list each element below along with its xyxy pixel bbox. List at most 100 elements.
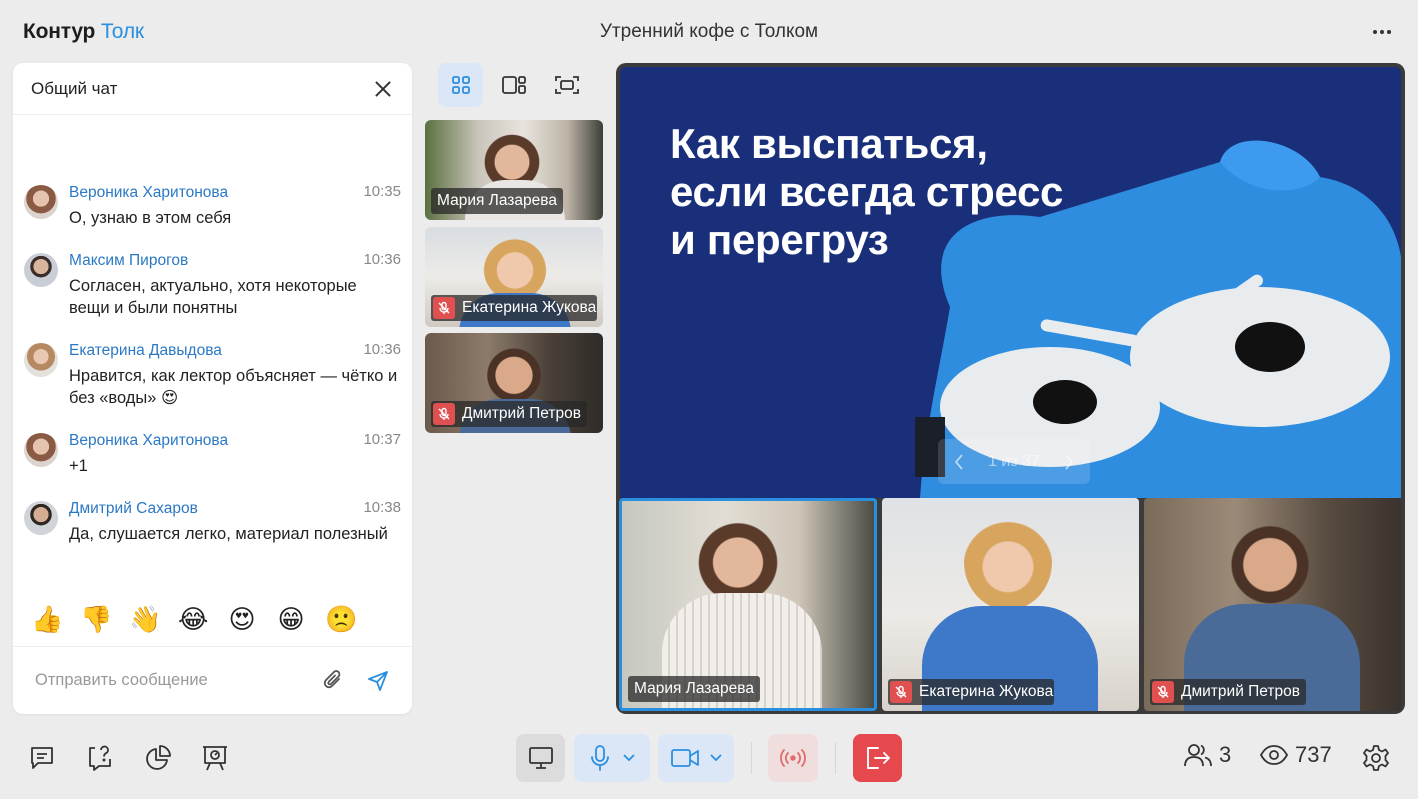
message-time: 10:35 [363,183,401,200]
focus-layout-button[interactable] [544,63,589,107]
message-text: О, узнаю в этом себя [69,209,232,227]
leave-call-button[interactable] [853,734,902,782]
avatar [24,501,58,535]
mic-muted-icon [1152,681,1174,703]
send-button[interactable] [364,667,392,695]
participant-name: Мария Лазарева [634,680,754,697]
grid-layout-button[interactable] [438,63,483,107]
participant-name: Мария Лазарева [437,192,557,209]
chat-message: Вероника Харитонова 10:37 +1 [24,431,401,477]
reaction-sad[interactable]: 🙁 [325,604,357,634]
microphone-control [574,734,650,782]
presentation-button[interactable] [195,734,235,782]
avatar [24,253,58,287]
chat-message: Екатерина Давыдова 10:36 Нравится, как л… [24,341,401,409]
reaction-bar: 👍 👎 👋 😂 😍 😁 🙁 [31,604,357,634]
reaction-grin[interactable]: 😁 [276,604,306,634]
message-composer [13,646,412,714]
chevron-left-icon [954,453,963,470]
question-icon [89,745,111,771]
fullscreen-icon [554,76,579,94]
presentation-icon [203,746,227,771]
broadcast-button[interactable] [768,734,818,782]
next-slide-button[interactable] [1062,452,1076,472]
reaction-thumbs-up[interactable]: 👍 [31,604,63,634]
monitor-icon [528,747,553,769]
microphone-icon [591,745,609,771]
message-time: 10:36 [363,251,401,268]
message-author[interactable]: Вероника Харитонова [69,183,401,203]
camera-button[interactable] [670,747,700,769]
chat-message: Дмитрий Сахаров 10:38 Да, слушается легк… [24,499,401,545]
avatar [24,343,58,377]
participant-name: Дмитрий Петров [462,405,581,422]
more-menu-button[interactable] [1370,20,1394,44]
participant-name-label: Екатерина Жукова [431,295,597,321]
grid-icon [451,76,470,94]
presentation-slide: Как выспаться, если всегда стресс и пере… [620,67,1401,498]
send-icon [368,670,388,691]
message-time: 10:38 [363,499,401,516]
viewers-button[interactable]: 737 [1259,742,1332,768]
chat-toggle-button[interactable] [22,734,62,782]
participant-name-label: Екатерина Жукова [888,679,1054,705]
camera-options-button[interactable] [710,754,722,762]
camera-control [658,734,734,782]
camera-icon [671,749,699,767]
screen-share-button[interactable] [516,734,565,782]
participant-tile[interactable]: Дмитрий Петров [1144,498,1401,711]
prev-slide-button[interactable] [952,452,966,472]
speaker-layout-button[interactable] [491,63,536,107]
questions-button[interactable] [80,734,120,782]
app-window: Контур Толк Утренний кофе с Толком Общий… [0,0,1418,799]
message-author[interactable]: Дмитрий Сахаров [69,499,401,519]
eye-icon [1259,745,1289,765]
close-chat-button[interactable] [372,78,394,100]
broadcast-icon [780,749,806,767]
microphone-button[interactable] [589,744,611,772]
message-input[interactable] [35,671,320,690]
toolbar-divider [835,742,836,774]
chat-icon [31,747,53,769]
exit-icon [866,747,890,769]
participants-button[interactable]: 3 [1183,742,1231,768]
participants-count: 3 [1219,742,1232,767]
chevron-down-icon [623,754,635,762]
reaction-laugh[interactable]: 😂 [178,604,208,634]
reaction-thumbs-down[interactable]: 👎 [80,604,112,634]
settings-button[interactable] [1356,734,1396,782]
viewers-count: 737 [1295,742,1332,767]
chat-panel: Общий чат Вероника Харитонова 10:35 О, у… [13,63,412,714]
message-author[interactable]: Максим Пирогов [69,251,401,271]
message-author[interactable]: Екатерина Давыдова [69,341,401,361]
participant-thumbnail[interactable]: Мария Лазарева [425,120,603,220]
speaker-layout-icon [501,76,526,94]
mic-muted-icon [433,403,455,425]
attach-button[interactable] [320,667,348,695]
participant-name-label: Мария Лазарева [431,188,563,214]
participant-tile[interactable]: Мария Лазарева [619,498,877,711]
avatar [24,185,58,219]
message-list: Вероника Харитонова 10:35 О, узнаю в это… [24,183,401,567]
main-stage: Как выспаться, если всегда стресс и пере… [616,63,1405,714]
participant-name-label: Дмитрий Петров [431,401,587,427]
toolbar-divider [751,742,752,774]
message-author[interactable]: Вероника Харитонова [69,431,401,451]
chat-message: Максим Пирогов 10:36 Согласен, актуально… [24,251,401,319]
microphone-options-button[interactable] [623,754,635,762]
slide-pager: 1 из 37 [938,439,1090,484]
participant-thumbnail[interactable]: Екатерина Жукова [425,227,603,327]
message-time: 10:37 [363,431,401,448]
participant-tile[interactable]: Екатерина Жукова [882,498,1139,711]
reaction-heart-eyes[interactable]: 😍 [227,604,257,634]
participant-name: Екатерина Жукова [462,299,597,316]
message-text: Да, слушается легко, материал полезный [69,525,388,543]
message-text: Согласен, актуально, хотя некоторые вещи… [69,277,357,317]
polls-button[interactable] [138,734,178,782]
participant-thumbnail[interactable]: Дмитрий Петров [425,333,603,433]
chevron-down-icon [710,754,722,762]
reaction-wave[interactable]: 👋 [129,604,161,634]
participants-icon [1184,744,1212,767]
slide-title: Как выспаться, если всегда стресс и пере… [670,120,1063,264]
pie-chart-icon [146,745,171,770]
